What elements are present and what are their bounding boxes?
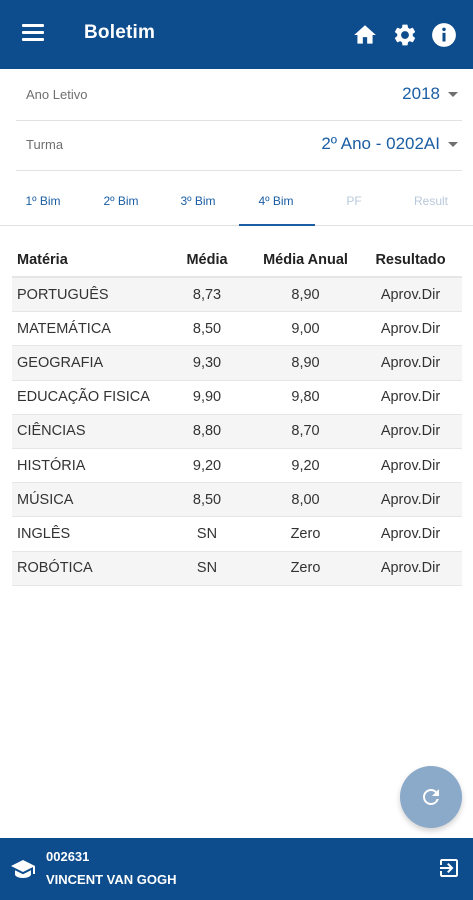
table-row: CIÊNCIAS 8,80 8,70 Aprov.Dir (12, 414, 462, 449)
cell-resultado: Aprov.Dir (380, 525, 441, 542)
tab-result: Result (413, 194, 448, 208)
ano-letivo-value[interactable]: 2018 (402, 84, 458, 104)
gear-icon[interactable] (392, 22, 418, 48)
chevron-down-icon (448, 91, 458, 97)
ano-letivo-label: Ano Letivo (26, 87, 88, 102)
table-body: PORTUGUÊS 8,73 8,90 Aprov.Dir MATEMÁTICA… (12, 278, 462, 586)
cell-materia: EDUCAÇÃO FISICA (17, 389, 150, 406)
ano-letivo-selected: 2018 (402, 84, 440, 103)
cell-media-anual: Zero (290, 525, 321, 542)
table-row: HISTÓRIA 9,20 9,20 Aprov.Dir (12, 449, 462, 484)
table-row: PORTUGUÊS 8,73 8,90 Aprov.Dir (12, 278, 462, 313)
cell-media-anual: 8,70 (291, 423, 320, 440)
cell-media: 9,20 (192, 457, 222, 474)
cell-resultado: Aprov.Dir (380, 457, 441, 474)
page-title: Boletim (84, 22, 156, 43)
tab-3-bim[interactable]: 3º Bim (159, 176, 237, 226)
turma-select[interactable]: Turma 2º Ano - 0202AI (16, 121, 462, 171)
cell-media: 9,30 (192, 354, 222, 371)
cell-resultado: Aprov.Dir (380, 389, 441, 406)
cell-materia: GEOGRAFIA (17, 354, 104, 371)
table-header: Matéria Média Média Anual Resultado (12, 244, 462, 278)
logout-icon[interactable] (437, 856, 461, 880)
cell-media: 8,50 (192, 491, 222, 508)
graduation-cap-icon (11, 860, 35, 878)
table-row: GEOGRAFIA 9,30 8,90 Aprov.Dir (12, 346, 462, 381)
tab-pf: PF (346, 194, 362, 208)
cell-resultado: Aprov.Dir (380, 286, 441, 303)
grades-table: Matéria Média Média Anual Resultado PORT… (12, 244, 462, 586)
cell-media: 8,50 (192, 320, 222, 337)
tab-4-bim[interactable]: 4º Bim (237, 176, 315, 226)
tab-1-bim[interactable]: 1º Bim (4, 176, 82, 226)
student-id: 002631 (46, 849, 90, 864)
cell-resultado: Aprov.Dir (380, 320, 441, 337)
cell-media: 9,90 (192, 389, 222, 406)
cell-media-anual: 8,90 (291, 354, 320, 371)
table-row: EDUCAÇÃO FISICA 9,90 9,80 Aprov.Dir (12, 381, 462, 415)
cell-materia: CIÊNCIAS (17, 423, 86, 440)
column-header-resultado: Resultado (375, 252, 446, 268)
cell-media-anual: 8,90 (291, 286, 320, 303)
cell-materia: HISTÓRIA (17, 457, 86, 474)
cell-media: 8,73 (192, 286, 222, 303)
student-name: VINCENT VAN GOGH (46, 872, 177, 887)
cell-media-anual: 9,80 (291, 389, 320, 406)
cell-media: 8,80 (192, 423, 222, 440)
period-tabs: 1º Bim 2º Bim 3º Bim 4º Bim PF Result (0, 176, 473, 226)
home-icon[interactable] (352, 22, 378, 48)
cell-resultado: Aprov.Dir (380, 560, 441, 577)
cell-resultado: Aprov.Dir (380, 423, 441, 440)
ano-letivo-select[interactable]: Ano Letivo 2018 (16, 71, 462, 121)
table-row: MÚSICA 8,50 8,00 Aprov.Dir (12, 483, 462, 518)
cell-resultado: Aprov.Dir (380, 491, 441, 508)
turma-label: Turma (26, 137, 64, 152)
cell-materia: MÚSICA (17, 491, 74, 508)
table-row: MATEMÁTICA 8,50 9,00 Aprov.Dir (12, 312, 462, 347)
table-row: INGLÊS SN Zero Aprov.Dir (12, 517, 462, 552)
cell-media-anual: Zero (290, 560, 321, 577)
cell-materia: ROBÓTICA (17, 560, 93, 577)
cell-materia: PORTUGUÊS (17, 286, 109, 303)
refresh-icon (423, 789, 439, 805)
chevron-down-icon (448, 141, 458, 147)
info-icon[interactable] (431, 22, 457, 48)
cell-materia: MATEMÁTICA (17, 320, 111, 337)
turma-selected: 2º Ano - 0202AI (321, 134, 440, 153)
refresh-button[interactable] (400, 766, 462, 828)
cell-resultado: Aprov.Dir (380, 354, 441, 371)
cell-media: SN (196, 525, 218, 542)
column-header-media: Média (186, 252, 228, 268)
cell-materia: INGLÊS (17, 525, 71, 542)
table-row: ROBÓTICA SN Zero Aprov.Dir (12, 551, 462, 586)
cell-media: SN (196, 560, 218, 577)
student-bar: 002631 VINCENT VAN GOGH (0, 838, 473, 900)
turma-value[interactable]: 2º Ano - 0202AI (321, 134, 458, 154)
cell-media-anual: 9,20 (291, 457, 320, 474)
app-bar: Boletim (0, 0, 473, 69)
column-header-media-anual: Média Anual (263, 252, 348, 268)
cell-media-anual: 9,00 (291, 320, 320, 337)
menu-icon[interactable] (22, 24, 48, 46)
tab-2-bim[interactable]: 2º Bim (82, 176, 160, 226)
cell-media-anual: 8,00 (291, 491, 320, 508)
column-header-materia: Matéria (17, 252, 68, 268)
